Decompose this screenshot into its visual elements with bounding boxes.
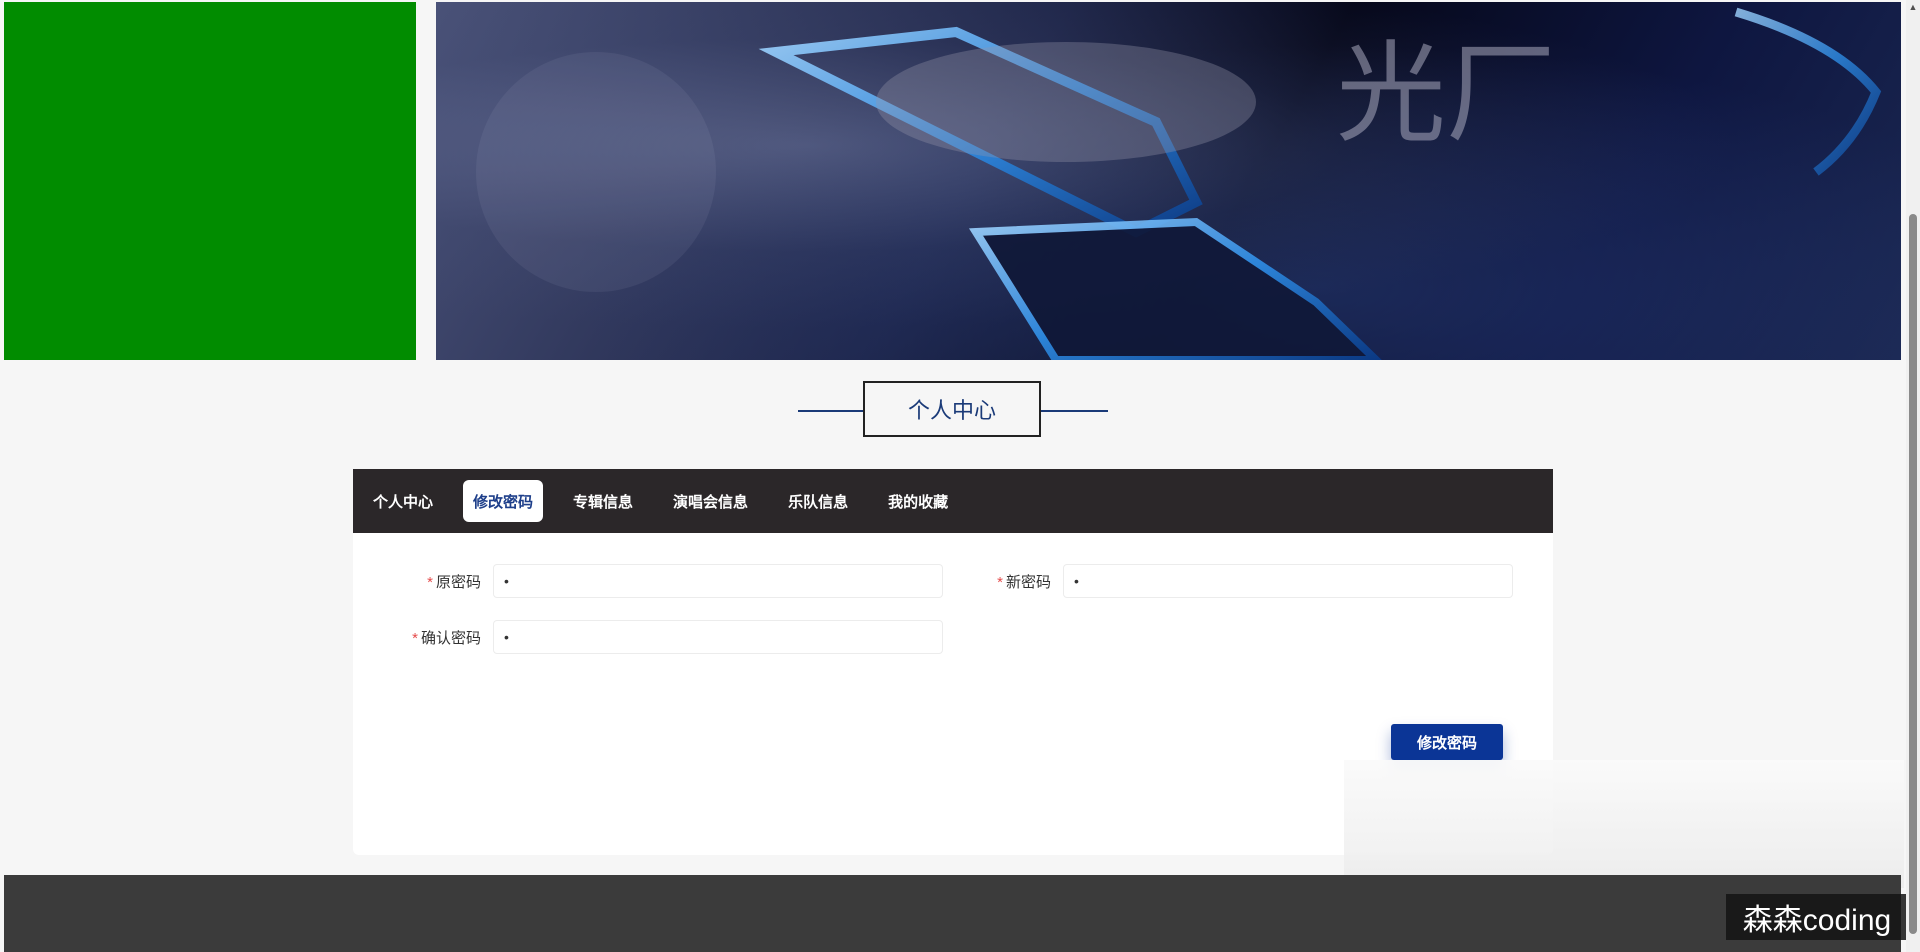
new-password-label-text: 新密码 xyxy=(1005,573,1051,591)
section-title: 个人中心 xyxy=(798,381,1108,439)
old-password-field: * 原密码 xyxy=(353,563,943,599)
tab-concert-info[interactable]: 演唱会信息 xyxy=(663,480,758,522)
watermark: 森森coding xyxy=(1726,894,1908,940)
new-password-input[interactable] xyxy=(1063,564,1513,598)
tab-change-password[interactable]: 修改密码 xyxy=(463,480,544,522)
confirm-password-field: * 确认密码 xyxy=(353,619,943,655)
tab-band-info[interactable]: 乐队信息 xyxy=(778,480,858,522)
logo-block xyxy=(4,2,416,360)
banner-image: 光厂 xyxy=(436,2,1901,360)
old-password-label: * 原密码 xyxy=(353,571,493,592)
footer xyxy=(4,875,1901,952)
scrollbar-thumb[interactable] xyxy=(1909,214,1917,934)
change-password-button[interactable]: 修改密码 xyxy=(1391,724,1503,760)
old-password-label-text: 原密码 xyxy=(435,573,481,591)
new-password-label: * 新密码 xyxy=(923,571,1063,592)
section-title-text: 个人中心 xyxy=(863,381,1041,437)
confirm-password-label: * 确认密码 xyxy=(353,627,493,648)
tab-album-info[interactable]: 专辑信息 xyxy=(563,480,643,522)
profile-tab-nav: 个人中心 修改密码 专辑信息 演唱会信息 乐队信息 我的收藏 xyxy=(353,469,1553,533)
tab-my-favorites[interactable]: 我的收藏 xyxy=(878,480,958,522)
scroll-up-arrow-icon[interactable]: ▲ xyxy=(1906,0,1920,14)
confirm-password-input[interactable] xyxy=(493,620,943,654)
new-password-field: * 新密码 xyxy=(923,563,1513,599)
overlay-blur xyxy=(1344,760,1904,888)
page-scrollbar[interactable]: ▲ xyxy=(1906,0,1920,952)
required-mark: * xyxy=(427,573,433,591)
confirm-password-label-text: 确认密码 xyxy=(420,629,481,647)
banner-text: 光厂 xyxy=(1336,30,1556,158)
required-mark: * xyxy=(997,573,1003,591)
required-mark: * xyxy=(412,629,418,647)
tab-personal-center[interactable]: 个人中心 xyxy=(363,480,443,522)
banner-artwork: 光厂 xyxy=(476,7,1882,360)
old-password-input[interactable] xyxy=(493,564,943,598)
